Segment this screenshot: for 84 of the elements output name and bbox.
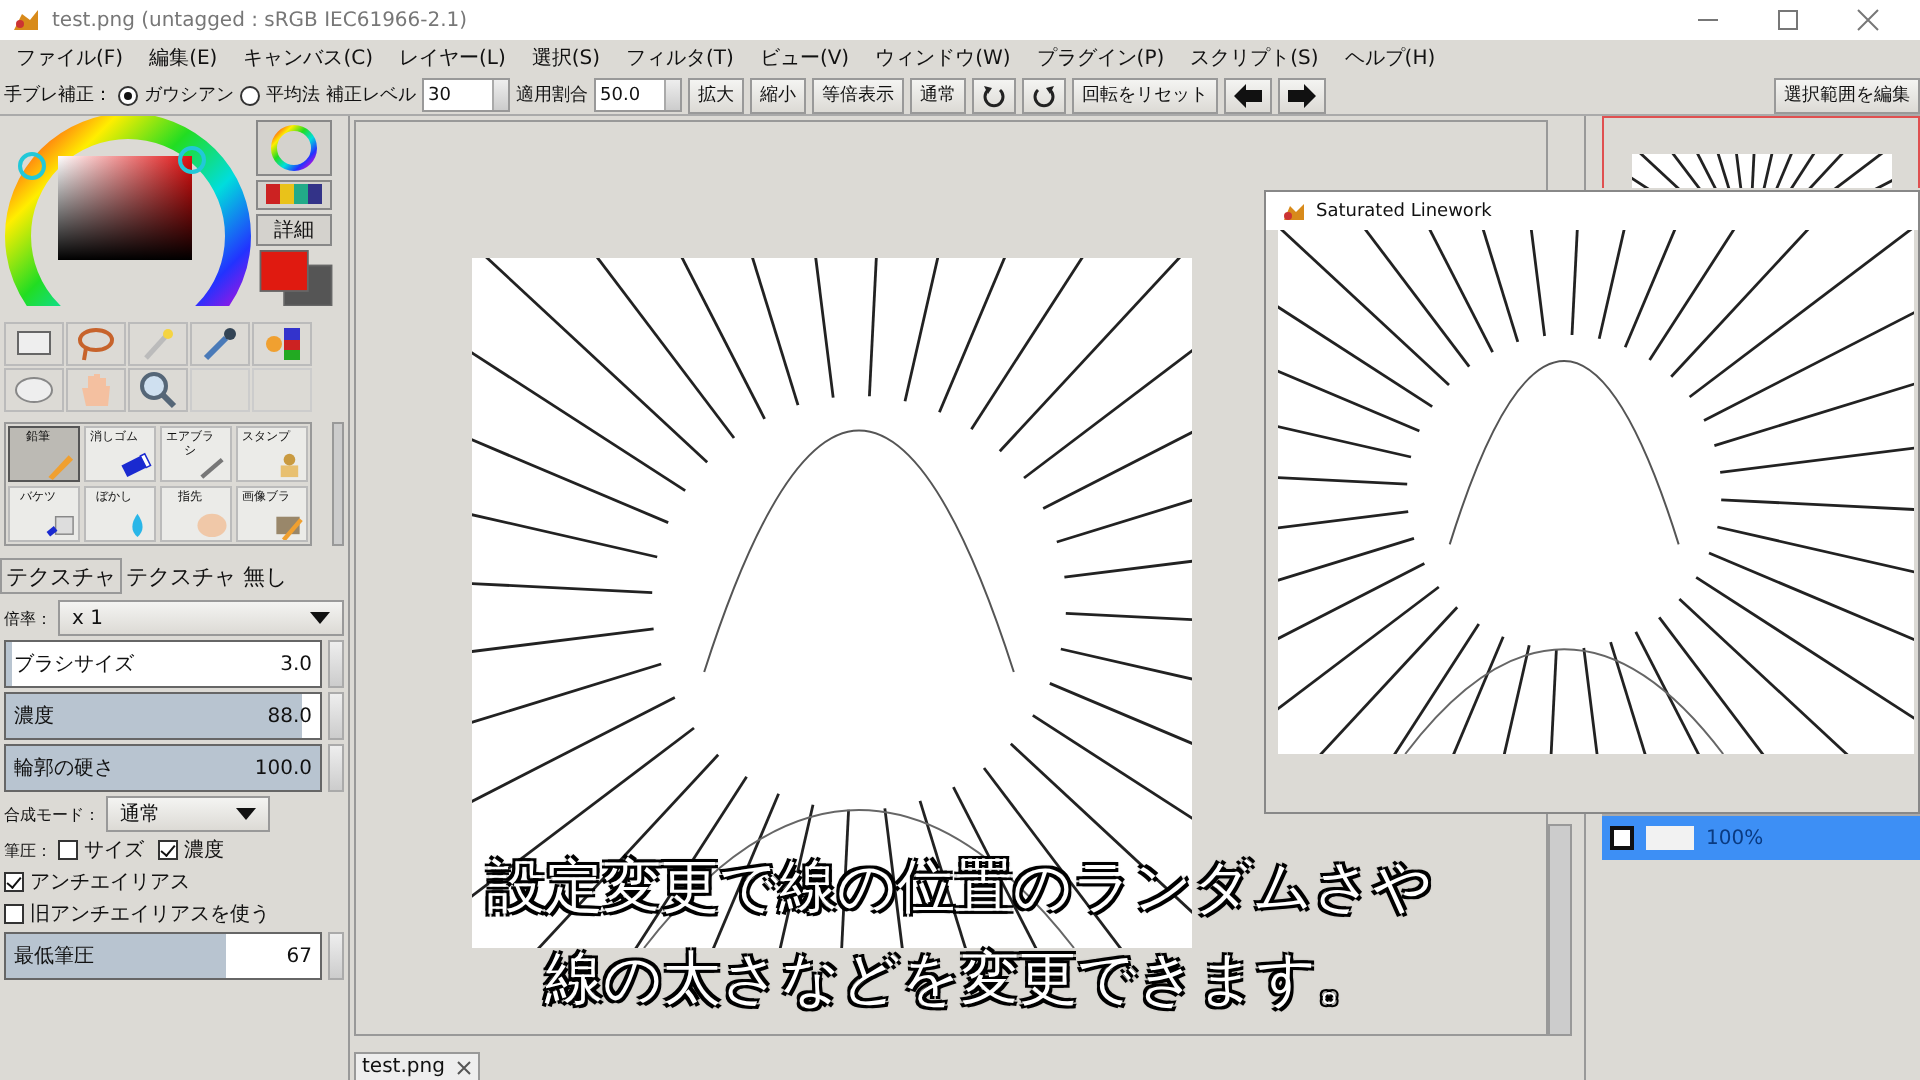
color-wheel[interactable] xyxy=(5,116,251,306)
forward-button[interactable] xyxy=(1278,77,1326,113)
view-button[interactable]: 通常 xyxy=(910,77,966,113)
maximize-icon[interactable] xyxy=(1776,8,1800,32)
magnification-label: 倍率： xyxy=(4,607,52,629)
blend-mode-dropdown[interactable]: 通常 xyxy=(106,796,270,832)
rotate-left-button[interactable] xyxy=(972,77,1016,113)
view-button[interactable]: 拡大 xyxy=(688,77,744,113)
close-icon[interactable] xyxy=(1856,8,1880,32)
ratio-label: 適用割合 xyxy=(516,83,588,108)
magnification-dropdown[interactable]: x 1 xyxy=(58,600,344,636)
level-field[interactable]: 30 xyxy=(422,78,510,112)
slider[interactable]: 濃度 88.0 xyxy=(4,692,322,740)
level-label: 補正レベル xyxy=(326,83,416,108)
checkbox[interactable]: サイズ xyxy=(58,836,144,864)
slider[interactable]: ブラシサイズ 3.0 xyxy=(4,640,322,688)
magnifier-tool[interactable] xyxy=(128,368,188,412)
menu-item[interactable]: フィルタ(T) xyxy=(626,44,734,72)
checkbox[interactable]: アンチエイリアス xyxy=(4,868,190,896)
view-button[interactable]: 等倍表示 xyxy=(812,77,904,113)
color-square[interactable] xyxy=(58,156,192,260)
eyedropper-tool[interactable] xyxy=(190,322,250,366)
menu-item[interactable]: ヘルプ(H) xyxy=(1344,44,1436,72)
caret-icon xyxy=(236,808,256,820)
menu-item[interactable]: ウィンドウ(W) xyxy=(875,44,1011,72)
rotate-right-icon xyxy=(1032,83,1056,107)
menu-item[interactable]: レイヤー(L) xyxy=(398,44,506,72)
close-icon[interactable] xyxy=(456,1059,473,1075)
texture-value: テクスチャ 無し xyxy=(124,561,287,591)
wheel-mode-button[interactable] xyxy=(256,120,332,176)
pressure-label: 筆圧： xyxy=(4,839,52,861)
eyedropper-icon xyxy=(198,322,242,366)
ratio-field[interactable]: 50.0 xyxy=(594,78,682,112)
subtitle-text: 線の太さなどを変更できます。 xyxy=(545,944,1375,1012)
menu-item[interactable]: スクリプト(S) xyxy=(1190,44,1319,72)
color-marker-icon[interactable] xyxy=(178,146,206,174)
radio-option[interactable]: ガウシアン xyxy=(118,82,234,108)
menu-item[interactable]: プラグイン(P) xyxy=(1036,44,1165,72)
scrollbar[interactable] xyxy=(1548,824,1572,1036)
menu-item[interactable]: ファイル(F) xyxy=(16,44,124,72)
checkbox[interactable]: 濃度 xyxy=(158,836,224,864)
lasso-icon xyxy=(74,322,118,366)
rotate-right-button[interactable] xyxy=(1022,77,1066,113)
ellipse-select-tool[interactable] xyxy=(4,368,64,412)
app-logo-icon xyxy=(12,8,40,32)
brush-icon xyxy=(120,448,152,480)
window-title: test.png (untagged : sRGB IEC61966-2.1) xyxy=(52,9,468,31)
visibility-checkbox[interactable] xyxy=(1610,826,1634,850)
color-swap-icon xyxy=(260,322,304,366)
blend-mode-label: 合成モード： xyxy=(4,803,100,825)
menu-item[interactable]: 編集(E) xyxy=(149,44,218,72)
menu-item[interactable]: ビュー(V) xyxy=(759,44,850,72)
left-arrow-icon xyxy=(1234,83,1262,107)
color-swap-tool[interactable] xyxy=(252,322,312,366)
reset-rotation-button[interactable]: 回転をリセット xyxy=(1072,77,1218,113)
lasso-tool[interactable] xyxy=(66,322,126,366)
texture-tab[interactable]: テクスチャ xyxy=(0,558,122,594)
color-swatches-icon[interactable] xyxy=(256,249,336,306)
hue-marker-icon[interactable] xyxy=(18,152,46,180)
stabilizer-label: 手ブレ補正： xyxy=(4,83,112,108)
menu-item[interactable]: キャンバス(C) xyxy=(243,44,373,72)
preview-title: Saturated Linework xyxy=(1316,201,1492,221)
app-logo-icon xyxy=(1282,201,1306,221)
brush-icon xyxy=(196,508,228,540)
rotate-left-icon xyxy=(982,83,1006,107)
slider[interactable]: 最低筆圧 67 xyxy=(4,932,322,980)
color-ring-icon xyxy=(268,122,320,174)
scrollbar[interactable] xyxy=(332,422,344,546)
back-button[interactable] xyxy=(1224,77,1272,113)
magnifier-icon xyxy=(136,368,180,412)
caret-icon xyxy=(310,612,330,624)
document-tab[interactable]: test.png xyxy=(354,1052,481,1080)
palette-icon xyxy=(266,184,322,205)
menu-item[interactable]: 選択(S) xyxy=(531,44,601,72)
view-button[interactable]: 縮小 xyxy=(750,77,806,113)
edit-selection-button[interactable]: 選択範囲を編集 xyxy=(1774,77,1920,113)
right-arrow-icon xyxy=(1288,83,1316,107)
checkbox[interactable]: 旧アンチエイリアスを使う xyxy=(4,900,270,928)
slider[interactable]: 輪郭の硬さ 100.0 xyxy=(4,744,322,792)
rect-select-tool[interactable] xyxy=(4,322,64,366)
radio-option[interactable]: 平均法 xyxy=(240,82,320,108)
palette-mode-button[interactable] xyxy=(256,180,332,210)
detail-button[interactable]: 詳細 xyxy=(256,213,332,246)
layer-thumbnail xyxy=(1646,826,1694,850)
